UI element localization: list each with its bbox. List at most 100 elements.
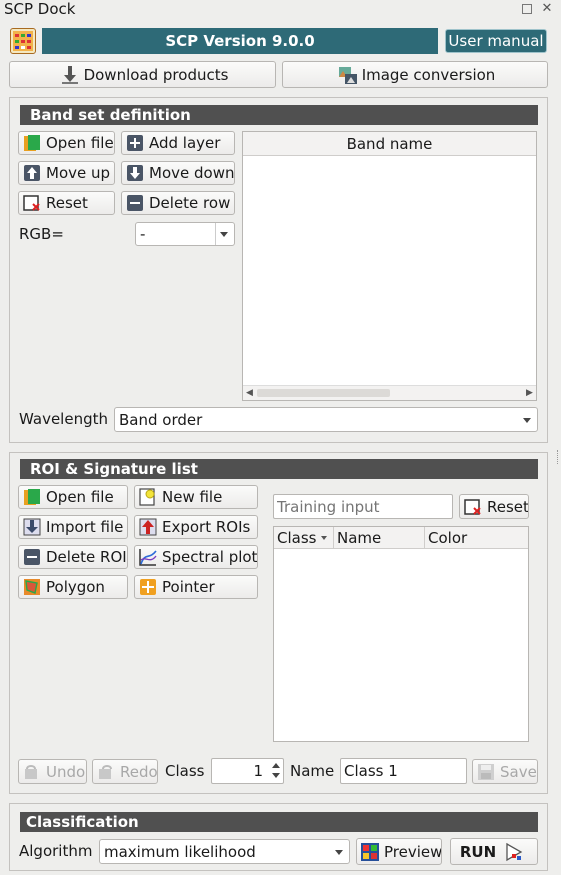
run-button[interactable]: RUN (450, 838, 538, 865)
polygon-icon (22, 577, 42, 597)
roi-header: ROI & Signature list (20, 459, 538, 479)
delete-row-button[interactable]: Delete row (121, 191, 235, 215)
version-banner: SCP Version 9.0.0 (42, 28, 438, 54)
preview-button[interactable]: Preview (356, 838, 442, 865)
color-column[interactable]: Color (425, 527, 528, 549)
save-button[interactable]: Save (472, 759, 538, 784)
user-manual-button[interactable]: User manual (445, 29, 547, 53)
name-column[interactable]: Name (334, 527, 425, 549)
redo-button[interactable]: Redo (92, 759, 158, 784)
scp-logo-icon[interactable] (10, 28, 36, 54)
band-reset-label: Reset (46, 194, 88, 212)
roi-header-label: ROI & Signature list (30, 460, 198, 478)
class-name-field[interactable]: Class 1 (340, 758, 467, 784)
spin-up-icon[interactable] (272, 763, 280, 768)
band-open-file-button[interactable]: Open file (18, 131, 115, 155)
import-icon (22, 517, 42, 537)
class-spinbox[interactable]: 1 (211, 758, 284, 784)
roi-reset-button[interactable]: Reset (459, 494, 529, 519)
close-icon[interactable]: ✕ (540, 2, 554, 16)
preview-icon (360, 842, 380, 862)
algorithm-combo[interactable]: maximum likelihood (99, 839, 350, 864)
move-down-button[interactable]: Move down (121, 161, 235, 185)
band-set-header: Band set definition (20, 105, 538, 125)
spectral-plot-button[interactable]: Spectral plot (134, 545, 258, 569)
move-down-label: Move down (149, 164, 235, 182)
run-label: RUN (459, 842, 497, 861)
download-products-button[interactable]: Download products (9, 61, 276, 88)
roi-table[interactable]: Class Name Color (273, 526, 529, 742)
spectral-plot-icon (138, 547, 158, 567)
export-rois-button[interactable]: Export ROIs (134, 515, 258, 539)
classification-header: Classification (20, 812, 538, 832)
image-conversion-icon (338, 65, 358, 85)
band-table[interactable]: Band name ◀ ▶ (242, 131, 537, 401)
undo-label: Undo (46, 762, 86, 781)
import-file-button[interactable]: Import file (18, 515, 128, 539)
new-file-label: New file (162, 488, 223, 506)
roi-reset-label: Reset (487, 497, 529, 516)
algorithm-label: Algorithm (19, 842, 93, 860)
image-conversion-button[interactable]: Image conversion (282, 61, 548, 88)
pointer-button[interactable]: Pointer (134, 575, 258, 599)
chevron-down-icon (335, 849, 343, 855)
add-layer-button[interactable]: Add layer (121, 131, 235, 155)
class-name-value: Class 1 (344, 762, 398, 780)
band-open-file-label: Open file (46, 134, 114, 152)
user-manual-label: User manual (448, 32, 544, 50)
reset-icon (22, 193, 42, 213)
scroll-thumb[interactable] (257, 389, 390, 397)
scroll-right-icon[interactable]: ▶ (526, 386, 533, 401)
polygon-button[interactable]: Polygon (18, 575, 128, 599)
open-file-icon (22, 133, 42, 153)
band-set-header-label: Band set definition (30, 106, 191, 124)
undo-icon (22, 762, 42, 782)
delete-roi-button[interactable]: Delete ROI (18, 545, 128, 569)
export-icon (138, 517, 158, 537)
plus-icon (125, 133, 145, 153)
classification-header-label: Classification (26, 813, 139, 831)
training-input-field[interactable] (273, 494, 453, 519)
color-column-label: Color (428, 529, 468, 547)
download-products-label: Download products (83, 65, 229, 84)
band-name-column[interactable]: Band name (347, 135, 433, 153)
new-file-icon (138, 487, 158, 507)
import-file-label: Import file (46, 518, 124, 536)
class-column-label: Class (277, 529, 317, 547)
move-up-label: Move up (46, 164, 111, 182)
rgb-combo-value: - (140, 225, 146, 243)
delete-roi-label: Delete ROI (46, 548, 127, 566)
spin-down-icon[interactable] (272, 773, 280, 778)
arrow-up-icon (22, 163, 42, 183)
sort-desc-icon (321, 536, 327, 540)
roi-table-header: Class Name Color (274, 527, 528, 549)
chevron-down-icon (220, 232, 228, 237)
float-icon[interactable] (522, 4, 532, 14)
name-column-label: Name (337, 529, 382, 547)
roi-open-file-button[interactable]: Open file (18, 485, 128, 509)
rgb-combo[interactable]: - (135, 222, 235, 246)
dock-title: SCP Dock (4, 0, 76, 18)
band-reset-button[interactable]: Reset (18, 191, 115, 215)
add-layer-label: Add layer (149, 134, 221, 152)
open-file-icon (22, 487, 42, 507)
name-label: Name (290, 762, 335, 780)
pointer-label: Pointer (162, 578, 215, 596)
run-icon (504, 842, 524, 862)
move-up-button[interactable]: Move up (18, 161, 115, 185)
roi-open-file-label: Open file (46, 488, 114, 506)
version-label: SCP Version 9.0.0 (165, 32, 315, 50)
new-file-button[interactable]: New file (134, 485, 258, 509)
rgb-combo-divider (215, 223, 216, 245)
download-icon (60, 65, 80, 85)
class-column[interactable]: Class (274, 527, 334, 549)
band-table-header: Band name (243, 132, 536, 156)
pointer-icon (138, 577, 158, 597)
splitter-handle[interactable] (557, 450, 559, 464)
wavelength-combo[interactable]: Band order (114, 407, 538, 432)
scroll-left-icon[interactable]: ◀ (246, 386, 253, 401)
minus-icon (22, 547, 42, 567)
undo-button[interactable]: Undo (18, 759, 87, 784)
band-table-hscrollbar[interactable]: ◀ ▶ (243, 385, 536, 400)
algorithm-combo-value: maximum likelihood (104, 842, 256, 861)
